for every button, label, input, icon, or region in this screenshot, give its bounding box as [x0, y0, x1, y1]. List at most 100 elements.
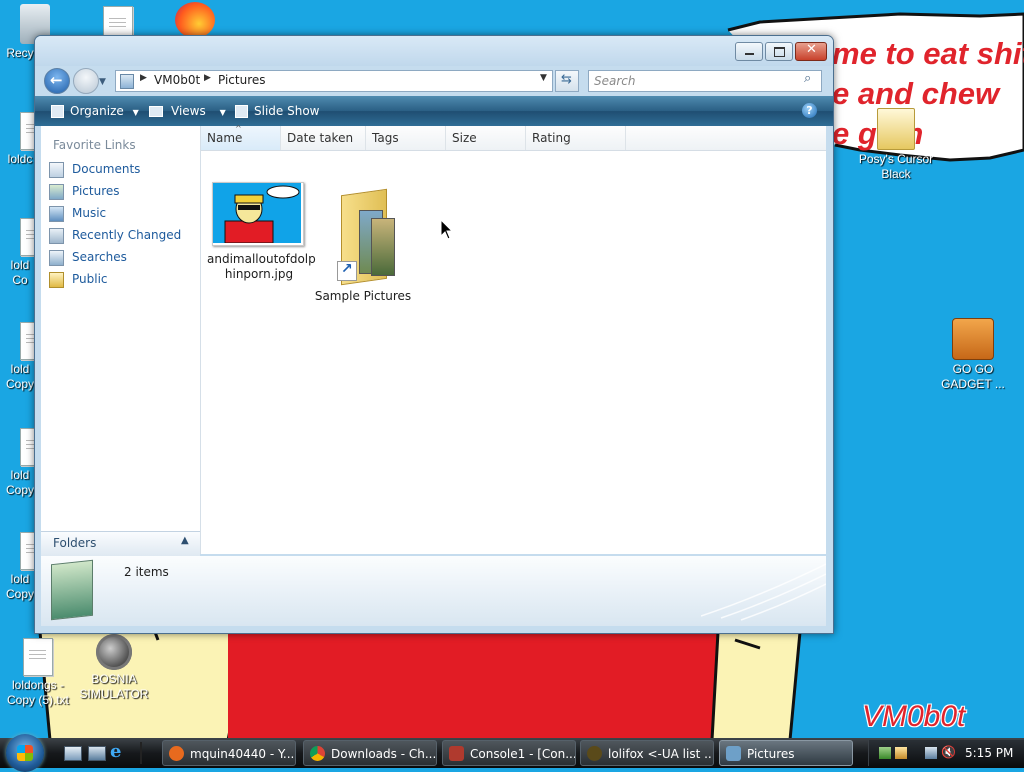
taskbar: e mquin40440 - Y... Downloads - Ch... Co…: [0, 734, 1024, 772]
favorite-link-label: Searches: [72, 250, 127, 264]
desktop-icon-label: Recy: [6, 46, 34, 60]
close-icon: ✕: [806, 42, 817, 57]
favorite-links-title: Favorite Links: [53, 138, 136, 152]
search-icon[interactable]: ⌕: [804, 71, 811, 86]
taskbar-button-pictures[interactable]: Pictures: [719, 740, 853, 766]
help-button[interactable]: ?: [802, 103, 817, 118]
file-list-pane: Name ^ Date taken Tags Size Rating andim…: [201, 124, 826, 554]
show-desktop-icon[interactable]: [64, 746, 82, 761]
views-icon: [149, 106, 163, 117]
desktop-icon-go-go-gadget[interactable]: GO GO GADGET ...: [934, 318, 1012, 392]
refresh-button[interactable]: ⇆: [555, 70, 579, 92]
internet-explorer-icon[interactable]: e: [110, 743, 128, 761]
desktop-icon-label-2: Copy: [5, 483, 34, 497]
folders-toggle[interactable]: Folders ▲: [41, 531, 200, 556]
documents-icon: [49, 162, 64, 178]
search-input[interactable]: Search ⌕: [588, 70, 822, 92]
desktop-icon-label: GO GO: [952, 362, 994, 376]
public-folder-icon: [49, 272, 64, 288]
desktop-icon-posys-cursor[interactable]: Posy's Cursor Black: [856, 108, 936, 182]
breadcrumb-item-vm0b0t[interactable]: VM0b0t: [154, 73, 200, 87]
column-header-label: Tags: [372, 131, 399, 145]
minimize-button[interactable]: [735, 42, 763, 61]
taskbar-button-chrome[interactable]: Downloads - Ch...: [303, 740, 437, 766]
tray-app-icon[interactable]: [895, 747, 907, 759]
column-header-name[interactable]: Name ^: [201, 124, 281, 150]
tray-display-icon[interactable]: [925, 747, 937, 759]
desktop-icon-loldongs-copy5[interactable]: loldongs - Copy (5).txt: [0, 638, 76, 708]
maximize-icon: [774, 47, 785, 57]
details-decoration: [701, 563, 826, 621]
firefox-icon: [175, 2, 215, 38]
searches-icon: [49, 250, 64, 266]
file-item-sample-pictures[interactable]: ↗: [315, 188, 411, 286]
switch-windows-icon[interactable]: [88, 746, 106, 761]
briefcase-icon: [952, 318, 994, 360]
file-item-image[interactable]: andimalloutofdolp hinporn.jpg: [207, 182, 316, 282]
organize-button[interactable]: Organize ▼: [51, 96, 139, 126]
favorite-link-label: Recently Changed: [72, 228, 182, 242]
navigation-bar: ← ▼ ▶ VM0b0t ▶ Pictures ▼ ⇆ Search ⌕: [35, 66, 833, 96]
explorer-icon: [726, 746, 741, 761]
image-thumbnail: [212, 182, 304, 246]
desktop-icon-label: lold: [10, 572, 30, 586]
favorite-link-recently-changed[interactable]: Recently Changed: [47, 225, 197, 245]
mouse-cursor-icon: [440, 219, 454, 240]
column-header-label: Size: [452, 131, 477, 145]
favorite-link-documents[interactable]: Documents: [47, 159, 197, 179]
column-headers: Name ^ Date taken Tags Size Rating: [201, 124, 826, 151]
taskbar-button-label: lolifox <-UA list ...: [608, 747, 714, 761]
computer-icon: [120, 74, 134, 89]
tray-network-icon[interactable]: [879, 747, 891, 759]
minimize-icon: [745, 53, 754, 55]
desktop-icon-bosnia-simulator[interactable]: BOSNIA SIMULATOR: [76, 634, 152, 702]
file-name-line1: andimalloutofdolp: [207, 252, 316, 266]
sort-ascending-icon: ^: [235, 124, 242, 133]
clock[interactable]: 5:15 PM: [965, 746, 1013, 760]
taskbar-button-lolifox[interactable]: lolifox <-UA list ...: [580, 740, 714, 766]
address-dropdown-icon[interactable]: ▼: [540, 73, 547, 83]
recent-pages-dropdown-icon[interactable]: ▼: [99, 77, 106, 87]
column-header-size[interactable]: Size: [446, 126, 526, 150]
desktop-icon-label-2: GADGET ...: [941, 377, 1005, 391]
views-label: Views: [171, 104, 206, 118]
favorite-link-label: Music: [72, 206, 107, 220]
breadcrumb-item-pictures[interactable]: Pictures: [218, 73, 266, 87]
favorite-link-searches[interactable]: Searches: [47, 247, 197, 267]
views-button[interactable]: Views ▼: [149, 96, 226, 126]
column-header-rating[interactable]: Rating: [526, 126, 626, 150]
slideshow-button[interactable]: Slide Show: [235, 96, 319, 126]
favorite-link-label: Pictures: [72, 184, 120, 198]
mmc-console-icon: [449, 746, 464, 761]
favorite-link-pictures[interactable]: Pictures: [47, 181, 197, 201]
windows-logo-icon: [17, 745, 33, 761]
column-header-date-taken[interactable]: Date taken: [281, 126, 366, 150]
file-name: Sample Pictures: [313, 289, 413, 303]
back-button[interactable]: ←: [44, 68, 70, 94]
desktop-icon-label: BOSNIA: [91, 672, 137, 686]
title-bar[interactable]: ✕: [35, 36, 833, 66]
refresh-icon: ⇆: [561, 72, 572, 87]
chevron-down-icon: ▼: [219, 108, 226, 117]
column-header-tags[interactable]: Tags: [366, 126, 446, 150]
organize-icon: [51, 105, 64, 118]
system-tray: 🔇 5:15 PM: [868, 740, 1024, 766]
mine-icon: [96, 634, 132, 670]
taskbar-button-console[interactable]: Console1 - [Con...: [442, 740, 576, 766]
maximize-button[interactable]: [765, 42, 793, 61]
search-placeholder: Search: [594, 74, 636, 88]
breadcrumb-separator-icon: ▶: [140, 73, 147, 83]
help-icon: ?: [806, 104, 813, 117]
favorite-link-public[interactable]: Public: [47, 269, 197, 289]
close-button[interactable]: ✕: [795, 42, 827, 61]
start-button[interactable]: [6, 734, 44, 772]
volume-muted-icon[interactable]: 🔇: [941, 745, 956, 759]
forward-button[interactable]: [73, 68, 99, 94]
favorite-link-music[interactable]: Music: [47, 203, 197, 223]
music-icon: [49, 206, 64, 222]
taskbar-button-firefox[interactable]: mquin40440 - Y...: [162, 740, 296, 766]
item-count: 2 items: [124, 565, 169, 579]
desktop-icon-label-2: Copy (5).txt: [6, 693, 69, 707]
address-bar[interactable]: ▶ VM0b0t ▶ Pictures ▼: [115, 70, 553, 92]
details-pane: 2 items: [41, 556, 826, 626]
